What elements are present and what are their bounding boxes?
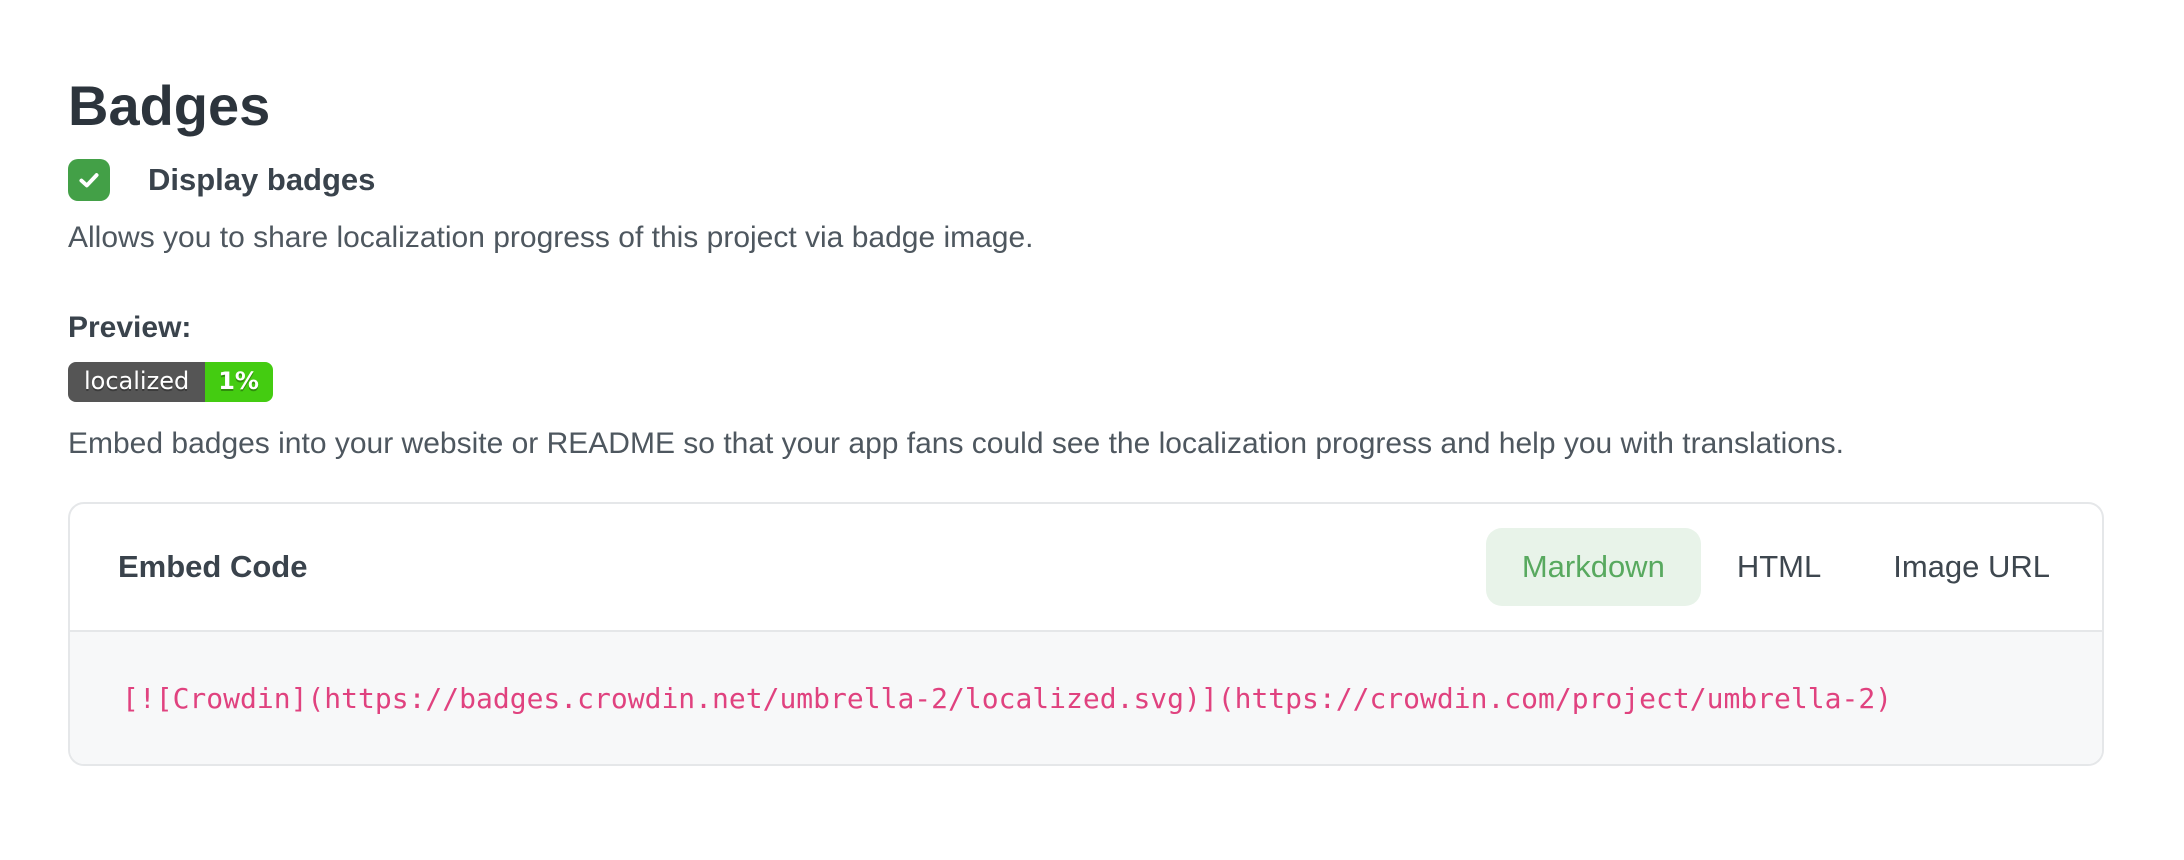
- badge-preview-value: 1%: [205, 362, 273, 402]
- display-badges-checkbox[interactable]: [68, 159, 110, 201]
- page-title: Badges: [68, 76, 2184, 136]
- tab-image-url[interactable]: Image URL: [1857, 528, 2086, 606]
- embed-code-title: Embed Code: [118, 549, 307, 585]
- badges-settings-page: Badges Display badges Allows you to shar…: [0, 0, 2184, 766]
- display-badges-label[interactable]: Display badges: [148, 162, 375, 198]
- preview-label: Preview:: [68, 308, 2184, 348]
- tab-html[interactable]: HTML: [1701, 528, 1857, 606]
- embed-code-body: [![Crowdin](https://badges.crowdin.net/u…: [70, 632, 2102, 764]
- badges-description: Allows you to share localization progres…: [68, 218, 2184, 258]
- embed-code-card-header: Embed Code Markdown HTML Image URL: [70, 504, 2102, 632]
- embed-code-card: Embed Code Markdown HTML Image URL [![Cr…: [68, 502, 2104, 766]
- display-badges-row: Display badges: [68, 158, 2184, 202]
- embed-format-tabs: Markdown HTML Image URL: [1486, 528, 2086, 606]
- embed-description: Embed badges into your website or README…: [68, 424, 2184, 464]
- embed-code-snippet[interactable]: [![Crowdin](https://badges.crowdin.net/u…: [122, 682, 1892, 715]
- badge-preview: localized 1%: [68, 362, 273, 402]
- tab-markdown[interactable]: Markdown: [1486, 528, 1701, 606]
- checkmark-icon: [76, 167, 102, 193]
- badge-preview-label: localized: [68, 362, 205, 402]
